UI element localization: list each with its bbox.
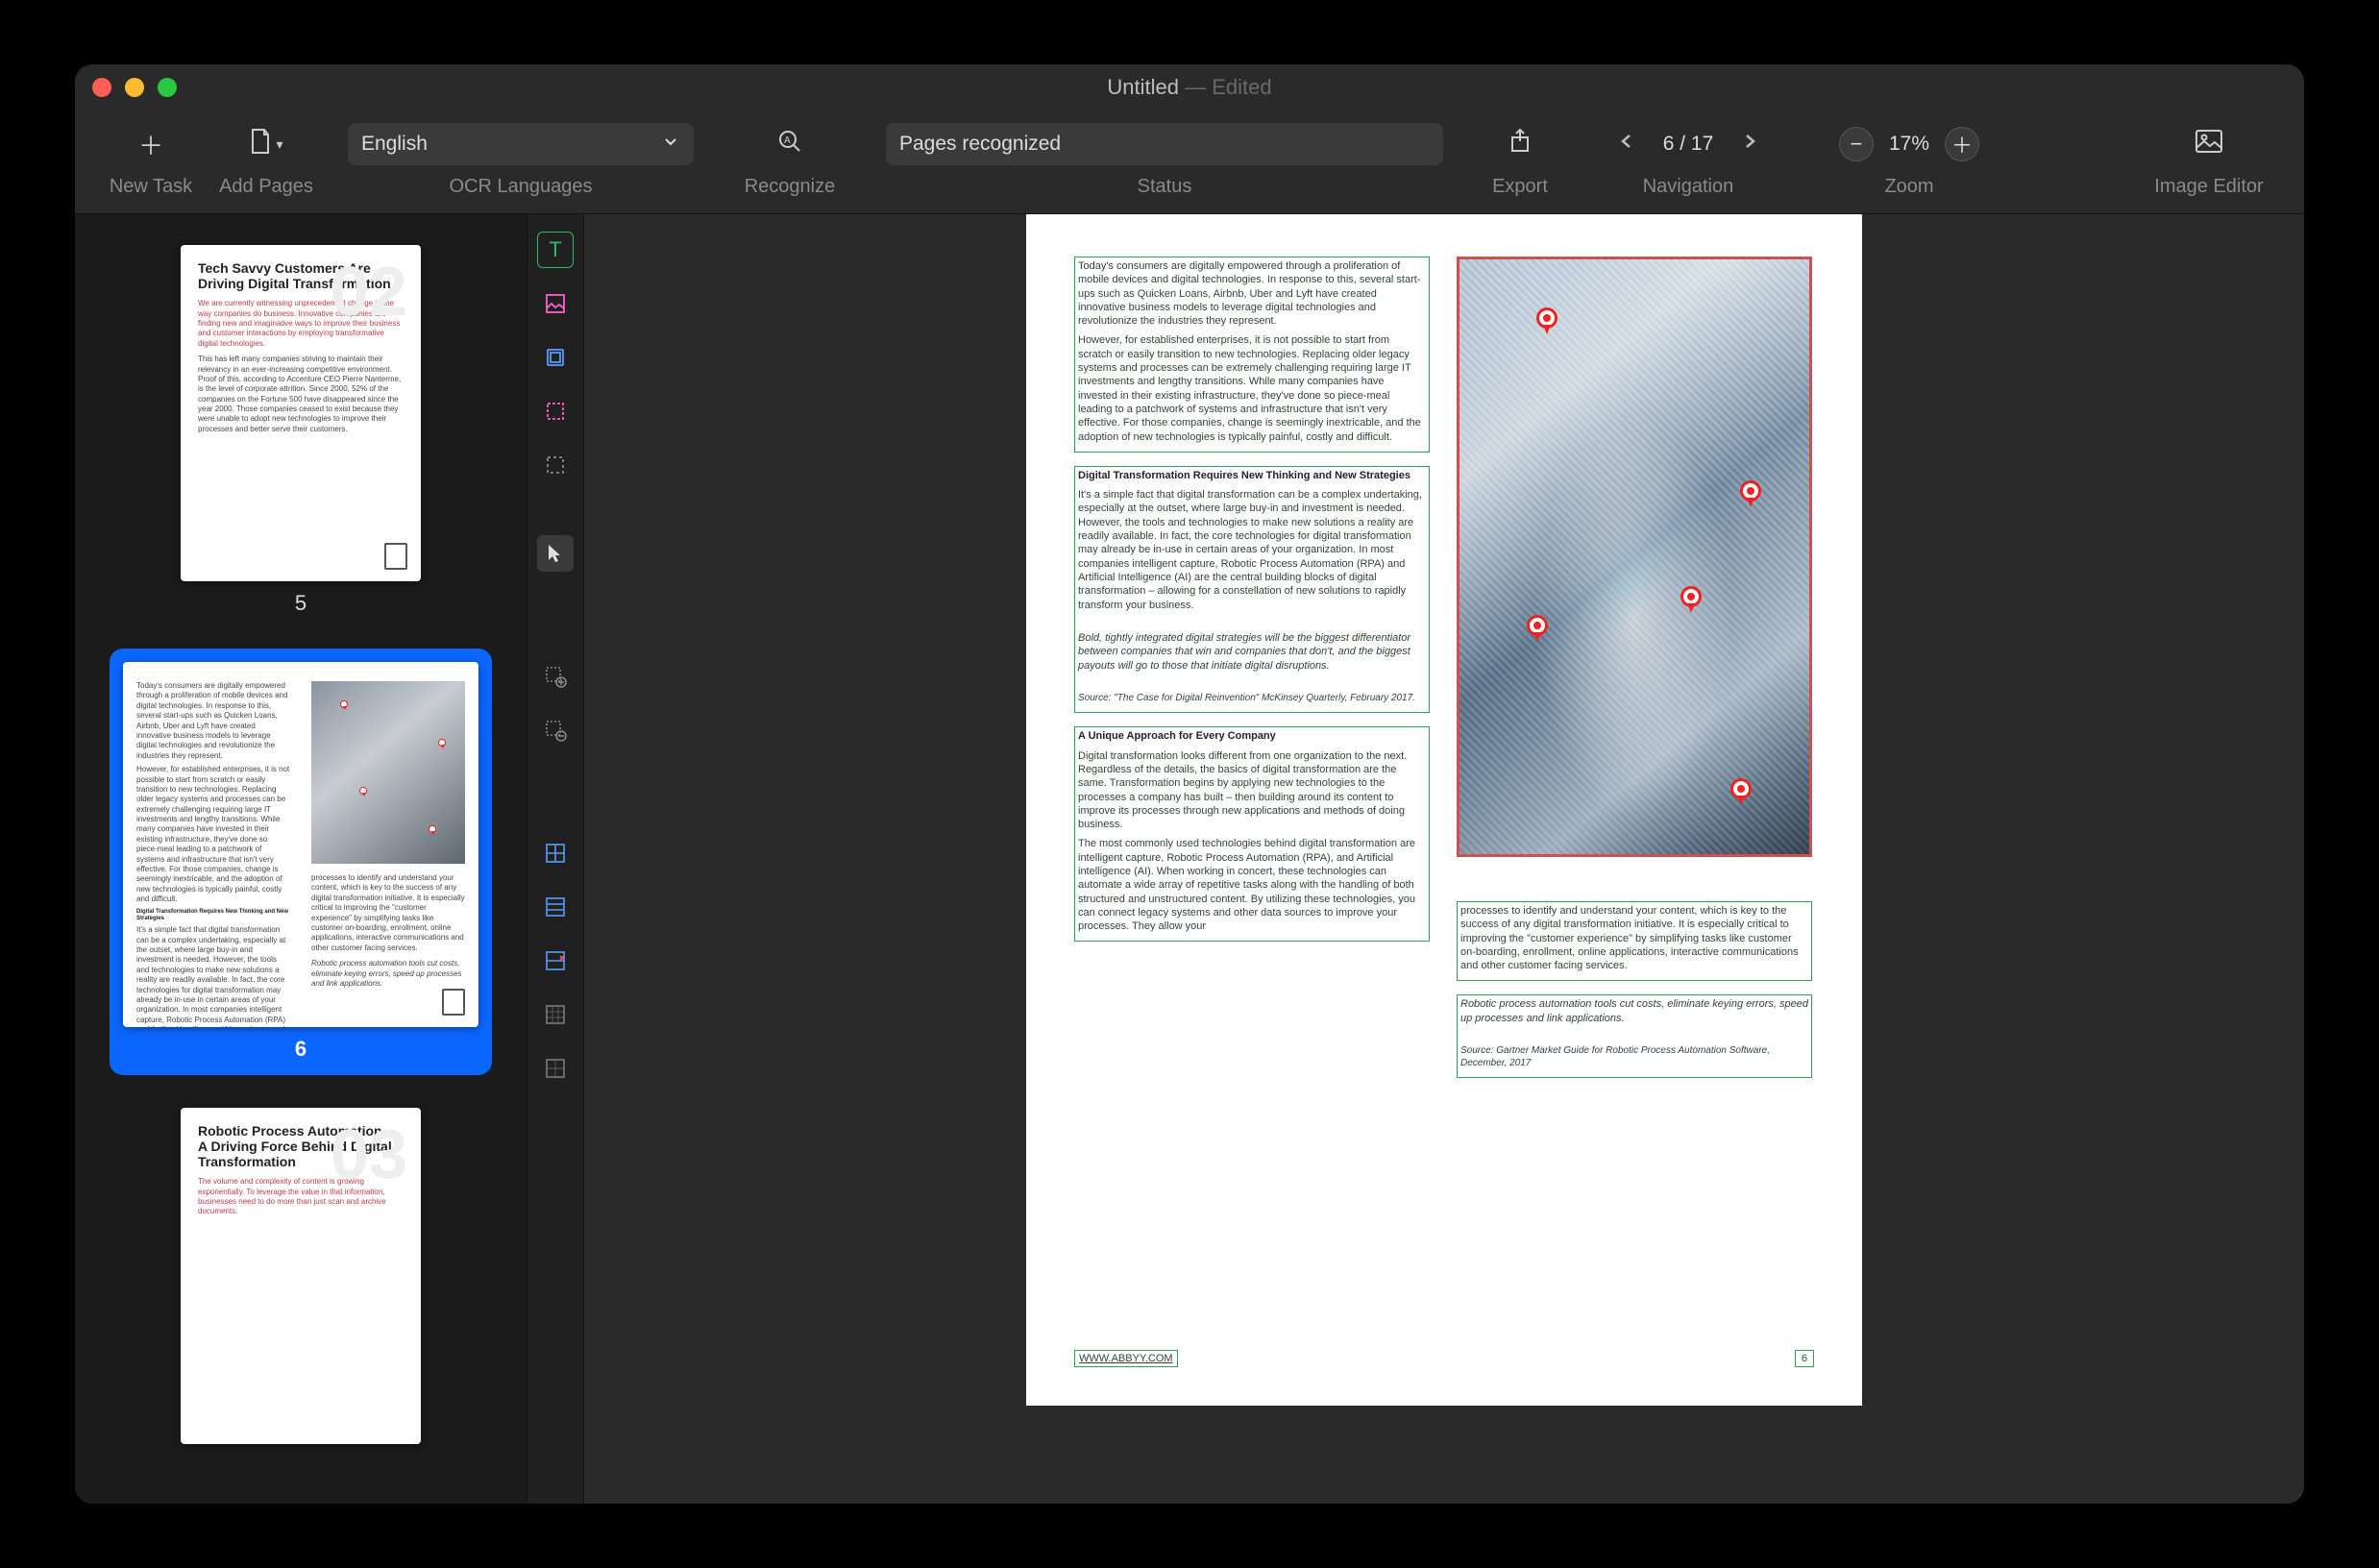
picture-area-block[interactable]	[1457, 257, 1812, 857]
status-value: Pages recognized	[899, 133, 1061, 156]
add-pages-label: Add Pages	[219, 176, 313, 198]
barcode-area-tool[interactable]	[537, 393, 574, 429]
new-task-label: New Task	[110, 176, 192, 198]
map-pin-icon	[1527, 615, 1548, 644]
select-tool[interactable]	[537, 535, 574, 572]
page-icon	[249, 128, 272, 161]
text-area-block-3[interactable]: A Unique Approach for Every Company Digi…	[1074, 726, 1430, 942]
toolbar: ＋ New Task ▾ Add Pages English	[75, 110, 2304, 214]
text-area-block-1[interactable]: Today's consumers are digitally empowere…	[1074, 257, 1430, 453]
thumb5-number: 5	[295, 591, 307, 616]
table-merge-cells-tool[interactable]	[537, 996, 574, 1033]
text-area-block-2[interactable]: Digital Transformation Requires New Thin…	[1074, 466, 1430, 713]
background-area-tool[interactable]	[537, 339, 574, 376]
magnify-text-icon: A	[776, 128, 803, 161]
chevron-right-icon	[1740, 131, 1759, 158]
image-editor-button[interactable]	[2188, 123, 2230, 165]
page-6-canvas: Today's consumers are digitally empowere…	[1026, 214, 1862, 1406]
image-editor-label: Image Editor	[2154, 176, 2263, 198]
fullscreen-window-button[interactable]	[158, 78, 177, 97]
text-area-block-4[interactable]: processes to identify and understand you…	[1457, 901, 1812, 981]
export-button[interactable]	[1499, 123, 1541, 165]
page-view[interactable]: Today's consumers are digitally empowere…	[584, 214, 2304, 1504]
footer-page-number-area[interactable]: 6	[1795, 1350, 1814, 1367]
titlebar: Untitled — Edited	[75, 64, 2304, 110]
ocr-languages-label: OCR Languages	[450, 176, 593, 198]
table-add-vsep-tool[interactable]	[537, 835, 574, 871]
add-pages-button[interactable]: ▾	[245, 123, 287, 165]
thumb5-body: This has left many companies striving to…	[198, 355, 404, 434]
add-area-part-tool[interactable]	[537, 658, 574, 695]
cut-area-part-tool[interactable]	[537, 712, 574, 748]
minimize-window-button[interactable]	[125, 78, 144, 97]
table-split-cells-tool[interactable]	[537, 1050, 574, 1087]
close-window-button[interactable]	[92, 78, 111, 97]
picture-area-tool[interactable]	[537, 285, 574, 322]
table-add-hsep-tool[interactable]	[537, 889, 574, 925]
thumb6-number: 6	[295, 1037, 307, 1062]
minus-icon: −	[1851, 132, 1863, 157]
navigation-label: Navigation	[1643, 176, 1734, 198]
text-area-block-5[interactable]: Robotic process automation tools cut cos…	[1457, 994, 1812, 1078]
recognition-area-tool[interactable]	[537, 447, 574, 483]
window-title: Untitled — Edited	[1107, 75, 1271, 100]
document-edited-status: Edited	[1212, 75, 1271, 99]
export-label: Export	[1492, 176, 1548, 198]
map-pin-icon	[1536, 307, 1557, 336]
zoom-value: 17%	[1889, 133, 1929, 156]
chevron-left-icon	[1617, 131, 1636, 158]
thumbnail-panel[interactable]: 02 Tech Savvy Customers Are Driving Digi…	[75, 214, 527, 1504]
chevron-down-icon: ▾	[276, 136, 282, 153]
plus-icon: ＋	[138, 127, 163, 162]
zoom-in-button[interactable]: ＋	[1945, 127, 1979, 161]
thumbnail-page-6[interactable]: Today's consumers are digitally empowere…	[110, 649, 492, 1075]
chevron-down-icon	[661, 132, 680, 157]
traffic-lights	[92, 78, 177, 97]
app-window: Untitled — Edited ＋ New Task ▾	[75, 64, 2304, 1504]
status-label: Status	[1138, 176, 1192, 198]
image-icon	[2195, 129, 2223, 160]
map-pin-icon	[1740, 480, 1761, 509]
recognize-label: Recognize	[745, 176, 836, 198]
map-pin-icon	[1730, 778, 1752, 807]
page-indicator: 6 / 17	[1663, 133, 1714, 156]
svg-text:A: A	[784, 135, 791, 146]
footer-url-area[interactable]: WWW.ABBYY.COM	[1074, 1350, 1178, 1367]
area-tools-rail: T	[527, 214, 584, 1504]
share-icon	[1508, 128, 1532, 161]
map-pin-icon	[1680, 586, 1702, 615]
table-delete-sep-tool[interactable]	[537, 943, 574, 979]
document-icon	[442, 989, 465, 1016]
body-area: 02 Tech Savvy Customers Are Driving Digi…	[75, 214, 2304, 1504]
plus-icon: ＋	[1951, 129, 1973, 159]
thumbnail-page-5[interactable]: 02 Tech Savvy Customers Are Driving Digi…	[167, 232, 434, 629]
recognize-button[interactable]: A	[769, 123, 811, 165]
thumbnail-page-7[interactable]: 03 Robotic Process Automation – A Drivin…	[167, 1094, 434, 1458]
ocr-language-value: English	[361, 133, 428, 156]
new-task-button[interactable]: ＋	[130, 123, 172, 165]
status-field: Pages recognized	[886, 123, 1443, 165]
zoom-label: Zoom	[1884, 176, 1933, 198]
document-name: Untitled	[1107, 75, 1179, 99]
text-area-tool[interactable]: T	[537, 232, 574, 268]
next-page-button[interactable]	[1729, 123, 1771, 165]
prev-page-button[interactable]	[1606, 123, 1648, 165]
document-icon	[384, 543, 407, 570]
ocr-language-select[interactable]: English	[348, 123, 694, 165]
zoom-out-button[interactable]: −	[1839, 127, 1874, 161]
